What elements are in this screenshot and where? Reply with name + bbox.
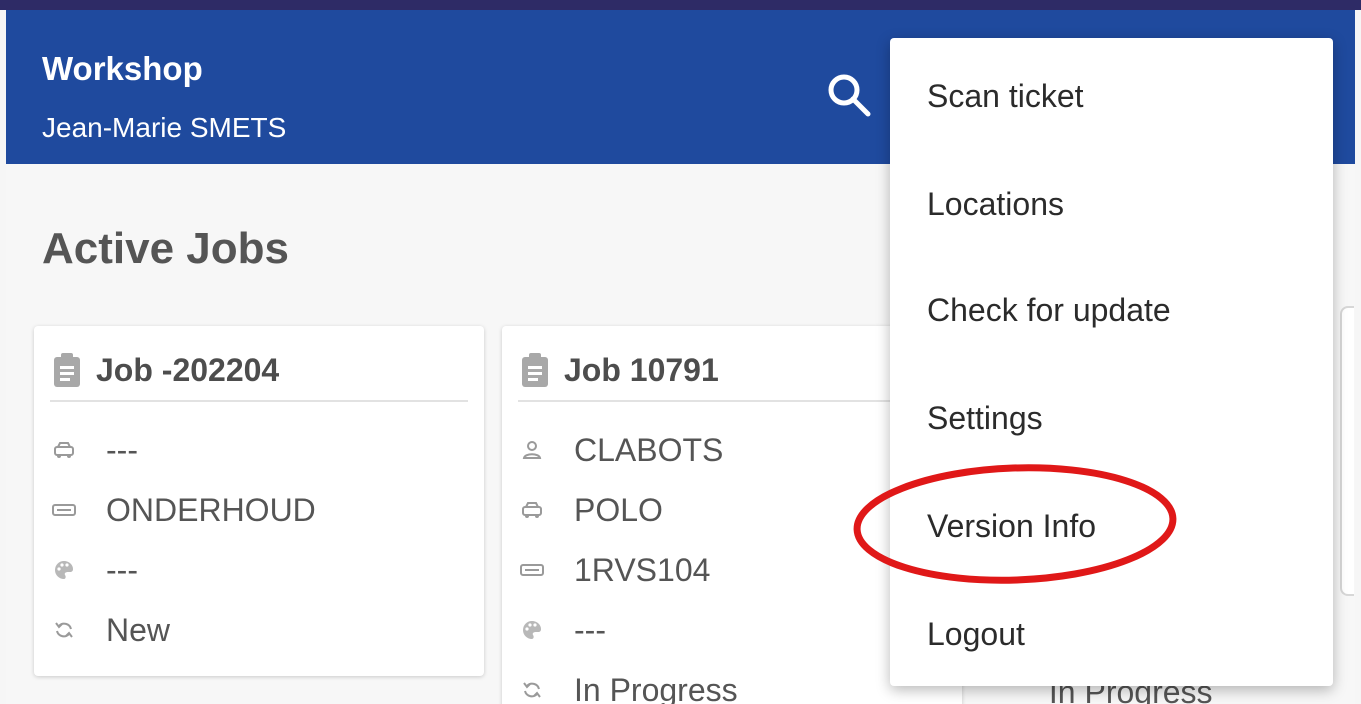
menu-item-label: Logout bbox=[927, 616, 1025, 652]
search-icon bbox=[828, 74, 871, 117]
menu-item-label: Locations bbox=[927, 186, 1064, 222]
job-card-row-color: --- bbox=[520, 610, 606, 650]
job-card[interactable]: Job -202204 --- ONDERHOUD --- New bbox=[34, 326, 484, 676]
job-card-vehicle: --- bbox=[106, 431, 138, 468]
job-card-row-color: --- bbox=[52, 550, 138, 590]
menu-item-label: Check for update bbox=[927, 292, 1171, 328]
status-refresh-icon bbox=[52, 618, 76, 642]
job-card-title: Job -202204 bbox=[96, 351, 280, 388]
job-card-row-plate: ONDERHOUD bbox=[52, 490, 316, 530]
job-card-header: Job 10791 bbox=[518, 340, 946, 402]
job-card-color: --- bbox=[574, 611, 606, 648]
palette-icon bbox=[52, 558, 76, 582]
clipboard-icon bbox=[522, 353, 548, 387]
app-title: Workshop bbox=[42, 50, 203, 87]
job-card-status: In Progress bbox=[574, 671, 738, 704]
license-plate-icon bbox=[520, 558, 544, 582]
menu-item-check-for-update[interactable]: Check for update bbox=[890, 254, 1333, 360]
job-card-row-vehicle: --- bbox=[52, 430, 138, 470]
license-plate-icon bbox=[52, 498, 76, 522]
car-icon bbox=[52, 438, 76, 462]
job-card-plate: ONDERHOUD bbox=[106, 491, 316, 528]
overflow-menu: Scan ticket Locations Check for update S… bbox=[890, 38, 1333, 686]
job-card-header: Job -202204 bbox=[50, 340, 468, 402]
menu-item-label: Scan ticket bbox=[927, 78, 1084, 114]
search-button[interactable] bbox=[824, 70, 876, 122]
job-card-row-customer: CLABOTS bbox=[520, 430, 723, 470]
job-card-row-plate: 1RVS104 bbox=[520, 550, 710, 590]
person-icon bbox=[520, 438, 544, 462]
job-card-plate: 1RVS104 bbox=[574, 551, 711, 588]
menu-item-version-info[interactable]: Version Info bbox=[890, 466, 1333, 572]
page-title: Active Jobs bbox=[42, 224, 289, 273]
job-card-row-status: New bbox=[52, 610, 170, 650]
job-card-title: Job 10791 bbox=[564, 351, 719, 388]
menu-item-logout[interactable]: Logout bbox=[890, 572, 1333, 678]
menu-item-scan-ticket[interactable]: Scan ticket bbox=[890, 42, 1333, 148]
job-card-row-vehicle: POLO bbox=[520, 490, 663, 530]
menu-item-label: Settings bbox=[927, 400, 1043, 436]
car-icon bbox=[520, 498, 544, 522]
app-subtitle: Jean-Marie SMETS bbox=[42, 112, 287, 143]
palette-icon bbox=[520, 618, 544, 642]
clipboard-icon bbox=[54, 353, 80, 387]
job-card-status: New bbox=[106, 611, 171, 648]
job-card-customer: CLABOTS bbox=[574, 431, 724, 468]
status-refresh-icon bbox=[520, 678, 544, 702]
menu-item-settings[interactable]: Settings bbox=[890, 360, 1333, 466]
menu-item-label: Version Info bbox=[927, 508, 1096, 544]
status-bar bbox=[0, 0, 1361, 10]
job-card-color: --- bbox=[106, 551, 138, 588]
menu-item-locations[interactable]: Locations bbox=[890, 148, 1333, 254]
job-card-vehicle: POLO bbox=[574, 491, 663, 528]
job-card-edge bbox=[1340, 306, 1354, 596]
job-card-row-status: In Progress bbox=[520, 670, 738, 704]
